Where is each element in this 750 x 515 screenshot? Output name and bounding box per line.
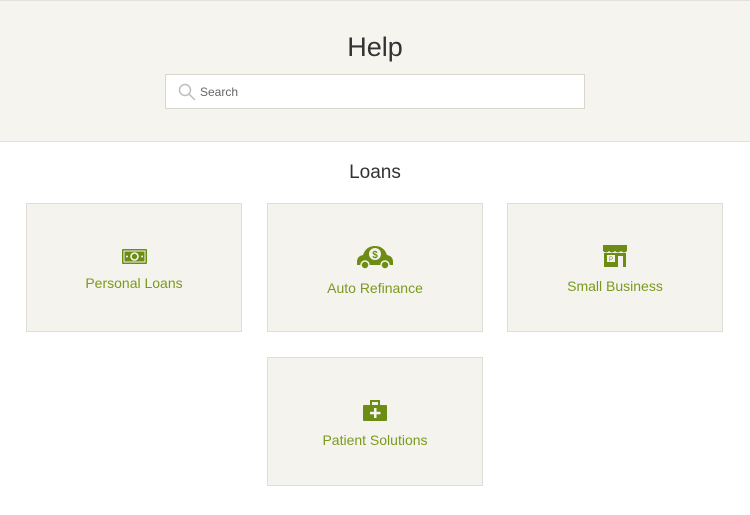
car-dollar-icon: $ <box>357 246 393 270</box>
search-box[interactable] <box>165 74 585 109</box>
svg-text:P: P <box>609 257 613 263</box>
card-label: Auto Refinance <box>327 280 423 296</box>
card-auto-refinance[interactable]: $ Auto Refinance <box>267 203 483 332</box>
cash-icon <box>121 249 147 264</box>
help-header: Help <box>0 0 750 142</box>
card-patient-solutions[interactable]: Patient Solutions <box>267 357 483 486</box>
search-icon <box>178 83 196 101</box>
card-label: Patient Solutions <box>322 432 428 448</box>
storefront-icon: P <box>603 245 627 267</box>
card-label: Small Business <box>567 278 663 294</box>
page-title: Help <box>347 32 403 62</box>
svg-text:$: $ <box>372 250 378 261</box>
card-small-business[interactable]: P Small Business <box>507 203 723 332</box>
medical-kit-icon <box>363 400 387 421</box>
section-title: Loans <box>349 162 401 183</box>
card-label: Personal Loans <box>85 275 183 291</box>
card-personal-loans[interactable]: Personal Loans <box>26 203 242 332</box>
search-input[interactable] <box>200 81 570 103</box>
